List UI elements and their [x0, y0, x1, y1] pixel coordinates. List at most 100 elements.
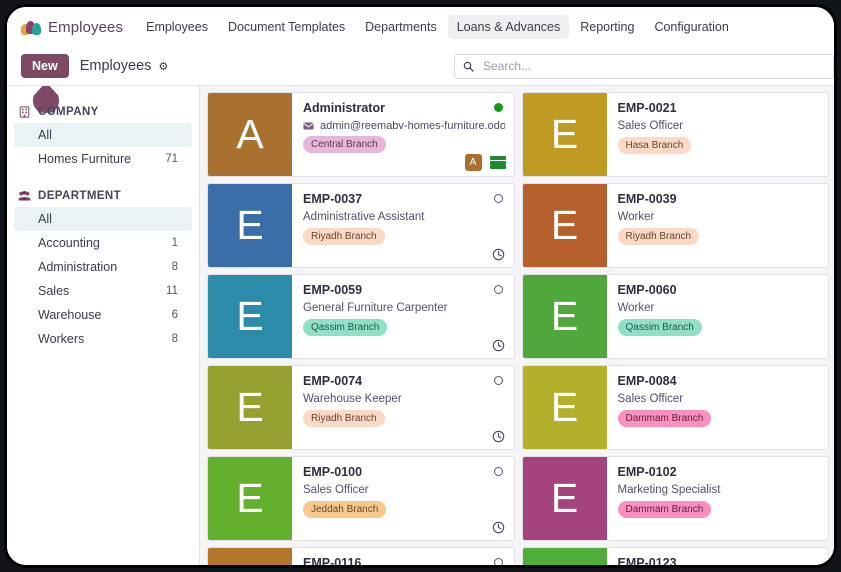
employee-job-title: Sales Officer [617, 392, 684, 405]
employee-card-body: EMP-0084 Sales Officer Dammam Branch [607, 366, 829, 449]
list-green-icon[interactable] [489, 156, 506, 169]
nav-item-loans-advances[interactable]: Loans & Advances [447, 15, 570, 39]
employee-name: Administrator [303, 101, 385, 115]
sidebar-item-administration[interactable]: Administration 8 [14, 255, 192, 279]
employee-name: EMP-0037 [303, 192, 363, 206]
branch-tag: Qassim Branch [303, 319, 388, 336]
employee-card[interactable]: E EMP-0021 Sales Officer Hasa Branch [521, 92, 829, 177]
employee-card-body: EMP-0059 General Furniture Carpenter Qassi… [292, 275, 514, 358]
employee-name: EMP-0059 [303, 283, 363, 297]
employee-email: admin@reemabv-homes-furniture.odoo.com [303, 120, 505, 132]
employee-card[interactable]: E EMP-0037 Administrative Assistant Riyadh … [207, 183, 515, 268]
sidebar-item-workers[interactable]: Workers 8 [14, 327, 192, 351]
clock-icon[interactable] [492, 248, 505, 261]
employee-card[interactable]: E EMP-0059 General Furniture Carpenter Qass… [207, 274, 515, 359]
employee-job-title: Worker [617, 301, 655, 314]
employee-card[interactable]: E EMP-0102 Marketing Specialist Dammam Bran… [521, 456, 829, 541]
sidebar-item-homes-furniture[interactable]: Homes Furniture 71 [14, 147, 192, 171]
gear-icon[interactable]: ⚙ [158, 60, 168, 73]
employee-job-title: Sales Officer [617, 119, 684, 132]
employee-name: EMP-0123 [617, 556, 677, 568]
breadcrumb: Employees [79, 58, 152, 74]
sidebar-item-sales[interactable]: Sales 11 [14, 279, 192, 303]
employee-name: EMP-0060 [617, 283, 677, 297]
nav-item-reporting[interactable]: Reporting [571, 15, 643, 39]
sidebar-item-label: Sales [38, 284, 70, 298]
app-name: Employees [48, 18, 124, 36]
search-icon [463, 61, 474, 72]
sidebar-item-department-all[interactable]: All [14, 207, 192, 231]
new-button[interactable]: New [21, 54, 69, 78]
clock-icon[interactable] [492, 430, 505, 443]
clock-icon[interactable] [492, 521, 505, 534]
sidebar-item-label: Warehouse [38, 308, 102, 322]
nav-item-departments[interactable]: Departments [356, 15, 446, 39]
employee-card[interactable]: E EMP-0084 Sales Officer Dammam Branch [521, 365, 829, 450]
employee-card[interactable]: E EMP-0039 Worker Riyadh Branch [521, 183, 829, 268]
sidebar-item-label: Administration [38, 260, 118, 274]
branch-tag: Dammam Branch [617, 410, 712, 427]
sidebar-item-company-all[interactable]: All [14, 123, 192, 147]
nav-menu: Employees Document Templates Departments… [137, 15, 738, 39]
employee-avatar: E [208, 548, 292, 565]
employee-card[interactable]: E EMP-0074 Warehouse Keeper Riyadh Branch [207, 365, 515, 450]
employee-card-body: Administrator admin@reemabv-homes-furnitu… [292, 93, 514, 176]
branch-tag: Hasa Branch [617, 137, 692, 154]
sidebar: COMPANY All Homes Furniture 71 DEPARTMEN… [7, 86, 200, 565]
status-online-icon[interactable] [493, 103, 503, 112]
branch-tag: Riyadh Branch [617, 228, 700, 245]
sidebar-item-count: 8 [171, 261, 178, 273]
employee-card[interactable]: E EMP-0060 Worker Qassim Branch [521, 274, 829, 359]
users-icon [18, 190, 31, 201]
employee-card[interactable]: E EMP-0123 [521, 547, 829, 568]
sidebar-group-department: DEPARTMENT [7, 184, 199, 207]
employee-name: EMP-0100 [303, 465, 363, 479]
employee-avatar: E [208, 366, 292, 449]
status-offline-icon[interactable] [493, 467, 503, 476]
status-offline-icon[interactable] [493, 285, 503, 294]
card-badges: A [464, 154, 506, 171]
branch-tag: Central Branch [303, 135, 386, 153]
branch-tag: Riyadh Branch [303, 228, 385, 245]
status-offline-icon[interactable] [493, 194, 503, 203]
control-panel: New Employees ⚙ [7, 47, 834, 86]
employee-name: EMP-0021 [617, 101, 677, 115]
employee-avatar: E [522, 93, 607, 176]
employee-avatar: E [522, 366, 607, 449]
sidebar-item-label: Workers [38, 332, 85, 346]
employee-name: EMP-0116 [303, 556, 362, 568]
nav-item-configuration[interactable]: Configuration [645, 15, 737, 39]
branch-tag: Dammam Branch [617, 501, 712, 518]
employee-name: EMP-0084 [617, 374, 677, 388]
employee-avatar: E [522, 548, 607, 565]
assigned-user-avatar[interactable]: A [464, 154, 482, 171]
nav-item-document-templates[interactable]: Document Templates [219, 15, 354, 39]
employee-card[interactable]: E EMP-0116 [207, 547, 515, 568]
nav-item-employees[interactable]: Employees [137, 15, 217, 39]
sidebar-item-accounting[interactable]: Accounting 1 [14, 231, 192, 255]
employee-card-body: EMP-0074 Warehouse Keeper Riyadh Branch [292, 366, 514, 449]
employee-job-title: Marketing Specialist [617, 483, 721, 496]
employee-card-body: EMP-0123 [607, 548, 829, 568]
employee-job-title: General Furniture Carpenter [303, 301, 448, 314]
sidebar-item-count: 71 [165, 153, 178, 165]
employee-kanban[interactable]: A Administrator admin@reemabv-homes-furnit… [200, 86, 834, 568]
search-input[interactable] [481, 58, 825, 74]
employee-job-title: Worker [617, 210, 655, 223]
kanban-grid: A Administrator admin@reemabv-homes-furnit… [207, 92, 829, 568]
employee-avatar: E [208, 184, 292, 267]
branch-tag: Jeddah Branch [303, 501, 387, 518]
status-offline-icon[interactable] [493, 376, 503, 385]
branch-tag: Qassim Branch [617, 319, 702, 336]
employee-card[interactable]: E EMP-0100 Sales Officer Jeddah Branch [207, 456, 515, 541]
status-offline-icon[interactable] [493, 558, 503, 565]
employee-name: EMP-0039 [617, 192, 677, 206]
clock-icon[interactable] [492, 339, 505, 352]
search-box[interactable] [454, 53, 834, 79]
employee-card[interactable]: A Administrator admin@reemabv-homes-furnit… [207, 92, 515, 177]
sidebar-group-department-label: DEPARTMENT [38, 190, 122, 202]
branch-tag: Riyadh Branch [303, 410, 385, 427]
employee-job-title: Warehouse Keeper [303, 392, 402, 405]
sidebar-item-warehouse[interactable]: Warehouse 6 [14, 303, 192, 327]
app-brand[interactable]: Employees [21, 18, 123, 36]
